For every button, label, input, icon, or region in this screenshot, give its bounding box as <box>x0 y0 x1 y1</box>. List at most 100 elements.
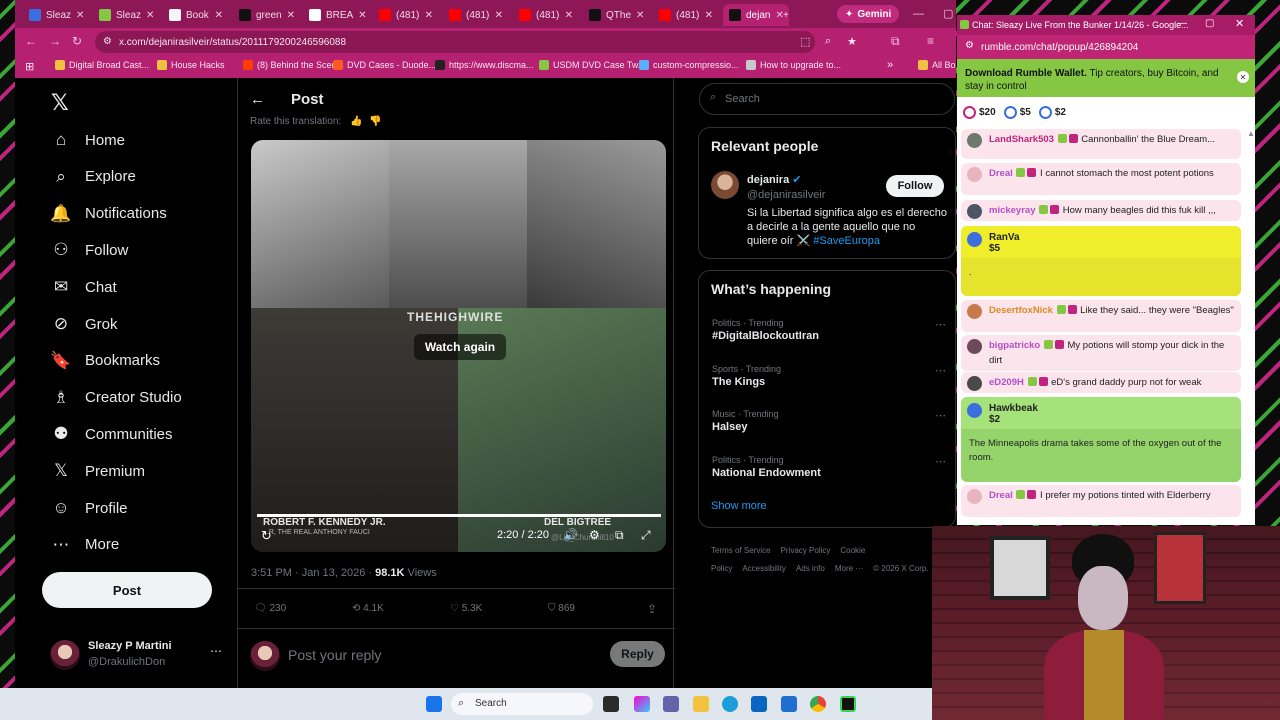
avatar[interactable] <box>967 339 982 354</box>
nav-item-follow[interactable]: ⚇ Follow <box>51 240 128 260</box>
chat-username[interactable]: eD209H <box>989 377 1024 388</box>
windows-start-icon[interactable] <box>426 696 442 712</box>
browser-tab[interactable]: Sleaz ✕ <box>93 4 159 26</box>
site-info-icon[interactable]: ⚙ <box>103 36 112 47</box>
chat-username[interactable]: DesertfoxNick <box>989 305 1053 316</box>
footer-link[interactable]: Ads info <box>796 564 825 573</box>
nav-item-notifications[interactable]: 🔔 Notifications <box>50 204 166 224</box>
rant-username[interactable]: RanVa <box>989 232 1233 243</box>
reply-input[interactable]: Post your reply <box>288 647 381 663</box>
chat-username[interactable]: bigpatricko <box>989 340 1040 351</box>
show-more-link[interactable]: Show more <box>711 500 767 512</box>
nav-item-chat[interactable]: ✉ Chat <box>51 277 117 297</box>
forward-icon[interactable]: → <box>49 34 61 48</box>
more-icon[interactable]: ⋯ <box>935 364 946 377</box>
edge-icon[interactable] <box>722 696 738 712</box>
rant-chip[interactable]: $20 <box>963 105 996 119</box>
close-icon[interactable]: ✕ <box>146 10 154 21</box>
minimize-icon[interactable]: — <box>1177 18 1187 29</box>
settings-icon[interactable]: ⚙ <box>589 528 600 542</box>
replay-icon[interactable]: ↻ <box>261 528 272 544</box>
nav-item-grok[interactable]: ⊘ Grok <box>51 314 118 334</box>
follow-button[interactable]: Follow <box>886 175 944 197</box>
browser-tab[interactable]: Book ✕ <box>163 4 229 26</box>
new-tab-button[interactable]: + <box>777 4 797 26</box>
close-icon[interactable]: ✕ <box>425 10 433 21</box>
footer-link[interactable]: Privacy Policy <box>781 546 831 555</box>
avatar[interactable] <box>967 304 982 319</box>
more-icon[interactable]: ⋯ <box>935 409 946 422</box>
wallet-banner[interactable]: Download Rumble Wallet. Tip creators, bu… <box>957 59 1255 97</box>
footer-link[interactable]: © 2026 X Corp. <box>873 564 928 573</box>
bookmark-item[interactable]: DVD Cases - Duode... <box>333 60 436 70</box>
trend-item[interactable]: Sports · Trending The Kings ⋯ <box>712 364 952 388</box>
back-icon[interactable]: ← <box>25 34 37 48</box>
nav-item-profile[interactable]: ☺ Profile <box>51 498 127 518</box>
maximize-icon[interactable]: ▢ <box>943 7 953 20</box>
close-icon[interactable]: ✕ <box>215 10 223 21</box>
reload-icon[interactable]: ↻ <box>72 34 82 48</box>
browser-tab[interactable]: Sleaz ✕ <box>23 4 89 26</box>
file-explorer-icon[interactable] <box>693 696 709 712</box>
address-bar[interactable]: ⚙ x.com/dejanirasilveir/status/201117920… <box>95 31 857 53</box>
hashtag-link[interactable]: #SaveEuropa <box>813 235 880 247</box>
trend-item[interactable]: Music · Trending Halsey ⋯ <box>712 409 952 433</box>
bookmarks-overflow-icon[interactable]: » <box>887 59 893 71</box>
browser-tab[interactable]: green ✕ <box>233 4 299 26</box>
bookmark-item[interactable]: custom-compressio... <box>639 60 739 70</box>
nav-item-more[interactable]: ⋯ More <box>51 535 120 555</box>
chat-username[interactable]: mickeyray <box>989 205 1035 216</box>
x-logo-icon[interactable]: 𝕏 <box>51 90 69 116</box>
footer-link[interactable]: Terms of Service <box>711 546 771 555</box>
bookmark-item[interactable]: USDM DVD Case Tw... <box>539 60 645 70</box>
chat-username[interactable]: LandShark503 <box>989 134 1054 145</box>
rant-username[interactable]: Hawkbeak <box>989 403 1233 414</box>
store-icon[interactable] <box>751 696 767 712</box>
nav-item-premium[interactable]: 𝕏 Premium <box>51 461 145 481</box>
avatar[interactable] <box>967 232 982 247</box>
nav-item-communities[interactable]: ⚉ Communities <box>51 424 172 444</box>
thumbs-down-icon[interactable]: 👎 <box>369 116 381 127</box>
more-icon[interactable]: ⋯ <box>935 318 946 331</box>
like-action[interactable]: ♡ 5.3K <box>450 603 482 614</box>
trend-item[interactable]: Politics · Trending #DigitalBlockoutIran ⋯ <box>712 318 952 342</box>
nav-item-creator-studio[interactable]: ♗ Creator Studio <box>51 388 181 408</box>
chrome-icon[interactable] <box>810 696 826 712</box>
browser-tab[interactable]: BREA ✕ <box>303 4 369 26</box>
avatar[interactable] <box>967 133 982 148</box>
relevant-name[interactable]: dejanira ✔ <box>747 173 801 186</box>
taskbar-search[interactable]: ⌕ Search <box>451 693 593 715</box>
close-icon[interactable]: ✕ <box>287 10 295 21</box>
reply-button[interactable]: Reply <box>610 641 665 667</box>
back-arrow-icon[interactable]: ← <box>250 91 265 108</box>
extensions-icon[interactable]: ⧉ <box>891 34 900 49</box>
browser-tab[interactable]: (481) ✕ <box>653 4 719 26</box>
avatar[interactable] <box>967 489 982 504</box>
install-app-icon[interactable]: ⬚ <box>800 35 810 48</box>
nav-item-bookmarks[interactable]: 🔖 Bookmarks <box>50 351 160 371</box>
gemini-button[interactable]: ✦ Gemini <box>837 5 900 23</box>
minimize-icon[interactable]: — <box>913 8 924 20</box>
footer-link[interactable]: More ··· <box>835 564 863 573</box>
reply-action[interactable]: 🗨 230 <box>254 603 286 614</box>
avatar[interactable] <box>711 171 739 199</box>
zoom-icon[interactable]: ⌕ <box>825 35 831 48</box>
reading-list-icon[interactable]: ≡ <box>927 34 934 48</box>
browser-tab[interactable]: (481) ✕ <box>373 4 439 26</box>
share-icon[interactable]: ⇪ <box>647 602 657 616</box>
chat-username[interactable]: Dreal <box>989 168 1013 179</box>
close-icon[interactable]: ✕ <box>565 10 573 21</box>
thumbs-up-icon[interactable]: 👍 <box>350 116 362 127</box>
search-input[interactable]: ⌕ Search <box>699 83 955 115</box>
close-icon[interactable]: ✕ <box>705 10 713 21</box>
avatar[interactable] <box>967 204 982 219</box>
apps-icon[interactable]: ⊞ <box>25 60 34 73</box>
nav-item-home[interactable]: ⌂ Home <box>51 130 125 150</box>
repost-action[interactable]: ⟲ 4.1K <box>352 603 384 614</box>
more-icon[interactable]: ⋯ <box>935 455 946 468</box>
close-icon[interactable]: ✕ <box>76 10 84 21</box>
video-player[interactable]: THEHIGHWIRE Watch again ROBERT F. KENNED… <box>251 140 666 552</box>
footer-link[interactable]: Accessibility <box>742 564 786 573</box>
bookmark-all[interactable]: All Bo <box>918 60 956 70</box>
close-icon[interactable]: ✕ <box>636 10 644 21</box>
